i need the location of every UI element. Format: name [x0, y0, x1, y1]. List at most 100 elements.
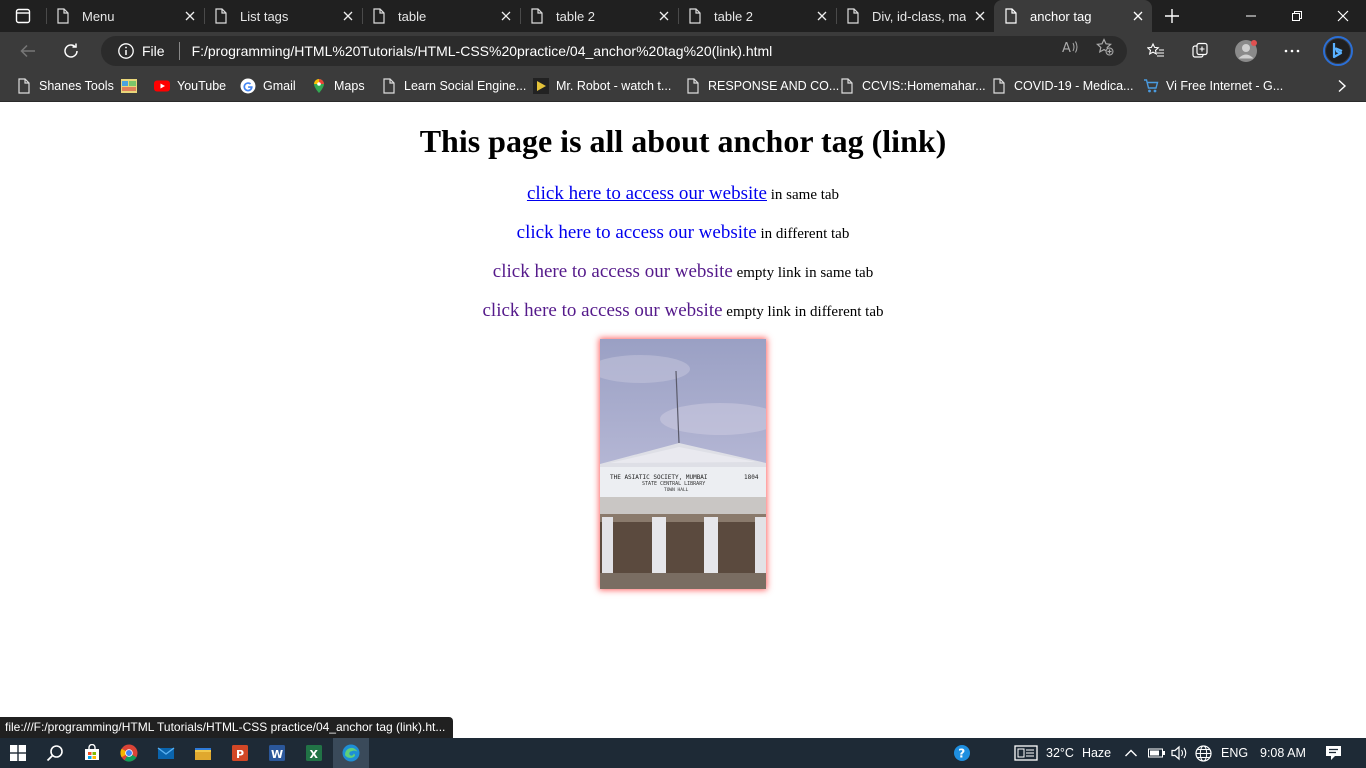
bookmark-vi-free-internet[interactable]: Vi Free Internet - G... — [1143, 70, 1283, 102]
notification-icon — [1326, 746, 1341, 760]
document-icon — [373, 8, 385, 24]
link-description: in same tab — [770, 187, 840, 203]
tab-menu[interactable]: Menu — [46, 0, 204, 32]
battery-icon — [1148, 748, 1165, 758]
minimize-button[interactable] — [1228, 0, 1274, 32]
new-tab-button[interactable] — [1154, 0, 1190, 32]
tab-actions-button[interactable] — [0, 0, 46, 32]
notifications-button[interactable] — [1325, 738, 1342, 768]
tab-table[interactable]: table — [362, 0, 520, 32]
tab-actions-icon — [15, 8, 31, 24]
search-button[interactable] — [37, 738, 73, 768]
mail-button[interactable] — [148, 738, 184, 768]
show-hidden-icons-button[interactable] — [1124, 738, 1138, 768]
avatar-icon — [1235, 40, 1257, 62]
chrome-button[interactable] — [111, 738, 147, 768]
document-icon — [1005, 8, 1017, 24]
close-tab-icon[interactable] — [650, 2, 678, 30]
tab-table-2[interactable]: table 2 — [520, 0, 678, 32]
file-explorer-icon — [195, 748, 211, 760]
bookmark-response-and-co[interactable]: RESPONSE AND CO... — [685, 70, 839, 102]
profile-button[interactable] — [1230, 35, 1262, 67]
building-photo-link[interactable]: THE ASIATIC SOCIETY, MUMBAI 1804 STATE C… — [600, 339, 766, 589]
language-indicator[interactable]: ENG — [1221, 738, 1248, 768]
close-tab-icon[interactable] — [808, 2, 836, 30]
document-icon — [687, 78, 699, 94]
image-sign-line-3: TOWN HALL — [664, 487, 689, 493]
file-explorer-button[interactable] — [185, 738, 221, 768]
volume-button[interactable] — [1171, 738, 1189, 768]
store-icon — [85, 744, 99, 760]
bookmark-ccvis[interactable]: CCVIS::Homemahar... — [839, 70, 986, 102]
start-icon — [10, 745, 26, 761]
bookmark-colorful-site[interactable] — [121, 70, 144, 102]
news-weather-icon — [1014, 745, 1038, 761]
restore-button[interactable] — [1274, 0, 1320, 32]
bookmark-mr-robot[interactable]: Mr. Robot - watch t... — [533, 70, 671, 102]
start-button[interactable] — [0, 738, 36, 768]
tab-div-id-class[interactable]: Div, id-class, marq — [836, 0, 994, 32]
favorites-icon[interactable] — [1147, 42, 1165, 60]
close-tab-icon[interactable] — [334, 2, 362, 30]
network-button[interactable] — [1195, 738, 1212, 768]
youtube-icon — [154, 80, 170, 92]
bookmark-youtube[interactable]: YouTube — [154, 70, 226, 102]
info-icon[interactable] — [117, 42, 135, 60]
back-button[interactable] — [12, 35, 44, 67]
bookmark-maps[interactable]: Maps — [311, 70, 365, 102]
document-icon — [689, 8, 701, 24]
store-button[interactable] — [74, 738, 110, 768]
word-button[interactable]: W — [259, 738, 295, 768]
svg-text:A: A — [1062, 41, 1071, 56]
bookmarks-overflow-button[interactable] — [1334, 70, 1350, 102]
tab-anchor-tag[interactable]: anchor tag — [994, 0, 1152, 32]
bookmark-label: YouTube — [177, 79, 227, 93]
add-favorite-icon[interactable] — [1096, 38, 1114, 56]
plus-icon — [1165, 9, 1179, 23]
tab-title: Menu — [82, 8, 115, 24]
url-text[interactable]: F:/programming/HTML%20Tutorials/HTML-CSS… — [192, 43, 773, 59]
weather-widget[interactable]: 32°C Haze — [1014, 738, 1111, 768]
bing-button[interactable] — [1322, 35, 1354, 67]
bookmark-gmail[interactable]: Gmail — [240, 70, 296, 102]
bookmark-label: COVID-19 - Medica... — [1014, 79, 1134, 93]
tab-strip: Menu List tags table table 2 table 2 Div… — [0, 0, 1366, 32]
edge-button[interactable] — [333, 738, 369, 768]
document-icon — [841, 78, 853, 94]
close-tab-icon[interactable] — [1124, 2, 1152, 30]
word-icon: W — [269, 745, 285, 761]
close-tab-icon[interactable] — [966, 2, 994, 30]
bookmark-label: CCVIS::Homemahar... — [862, 79, 986, 93]
powerpoint-button[interactable]: P — [222, 738, 258, 768]
close-tab-icon[interactable] — [176, 2, 204, 30]
maps-pin-icon — [314, 79, 324, 93]
read-aloud-icon[interactable]: A — [1061, 38, 1079, 56]
close-tab-icon[interactable] — [492, 2, 520, 30]
empty-link-same-tab[interactable]: click here to access our website — [493, 261, 733, 282]
bookmark-learn-social-engineering[interactable]: Learn Social Engine... — [381, 70, 526, 102]
website-link-different-tab[interactable]: click here to access our website — [517, 222, 757, 243]
bookmark-covid-19[interactable]: COVID-19 - Medica... — [991, 70, 1133, 102]
help-icon: ? — [954, 745, 970, 761]
tab-table-2-second[interactable]: table 2 — [678, 0, 836, 32]
clock[interactable]: 9:08 AM — [1260, 738, 1306, 768]
excel-button[interactable]: X — [296, 738, 332, 768]
collections-icon[interactable] — [1191, 42, 1209, 60]
bookmark-label: Vi Free Internet - G... — [1166, 79, 1284, 93]
close-window-button[interactable] — [1320, 0, 1366, 32]
web-page: This page is all about anchor tag (link)… — [0, 103, 1366, 717]
battery-button[interactable] — [1148, 738, 1166, 768]
refresh-button[interactable] — [55, 35, 87, 67]
bookmark-shanes-tools[interactable]: Shanes Tools — [16, 70, 114, 102]
settings-menu-button[interactable] — [1276, 35, 1308, 67]
image-sign-line-2: STATE CENTRAL LIBRARY — [642, 481, 705, 487]
asiatic-society-building-image: THE ASIATIC SOCIETY, MUMBAI 1804 STATE C… — [600, 339, 766, 589]
document-icon — [215, 8, 227, 24]
website-link-same-tab[interactable]: click here to access our website — [527, 183, 767, 204]
document-icon — [383, 78, 395, 94]
help-tray-button[interactable]: ? — [953, 738, 971, 768]
tab-list-tags[interactable]: List tags — [204, 0, 362, 32]
empty-link-different-tab[interactable]: click here to access our website — [483, 300, 723, 321]
bing-icon — [1323, 36, 1353, 66]
address-bar[interactable]: File F:/programming/HTML%20Tutorials/HTM… — [101, 36, 1127, 66]
